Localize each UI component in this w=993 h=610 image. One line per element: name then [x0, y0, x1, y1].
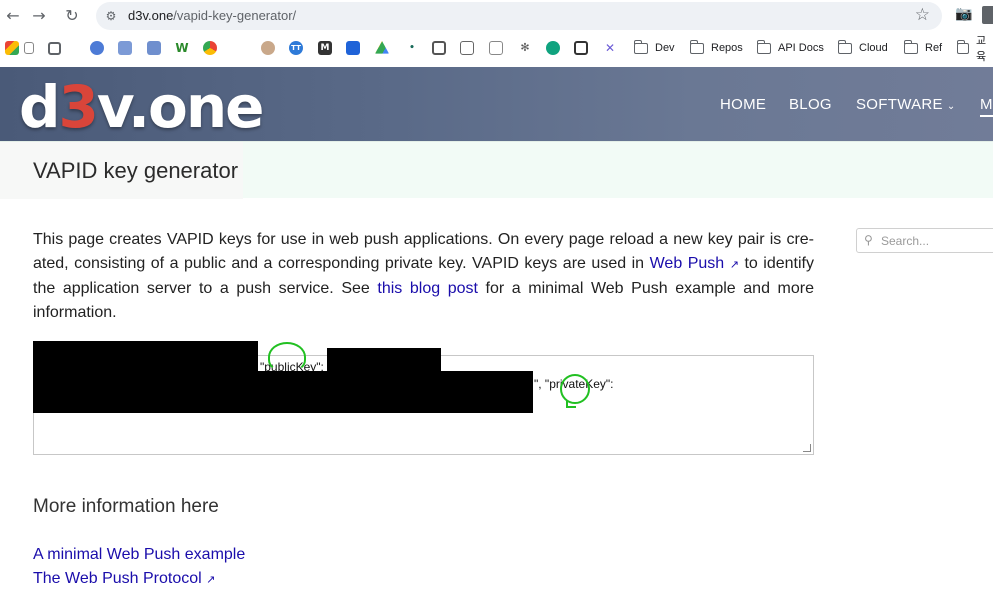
minimal-web-push-link[interactable]: A minimal Web Push example [33, 546, 245, 564]
bookmark-icon-calendar[interactable] [432, 39, 446, 57]
redaction-block [33, 341, 258, 371]
folder-icon [633, 39, 648, 54]
bookmark-label: Repos [711, 42, 743, 54]
web-push-link-label: Web Push [649, 255, 725, 272]
web-push-link[interactable]: Web Push ↗ [650, 255, 739, 272]
bookmark-icon-m[interactable]: M [318, 39, 332, 57]
bookmark-star-icon[interactable]: ☆ [915, 5, 930, 25]
page-title: VAPID key generator [33, 158, 239, 183]
title-band: VAPID key generator [0, 141, 993, 199]
nav-blog[interactable]: BLOG [789, 96, 832, 113]
bookmark-folder-api-docs[interactable]: API Docs [756, 39, 824, 57]
nav-more[interactable]: M [980, 96, 993, 117]
folder-icon [903, 39, 918, 54]
url-text[interactable]: d3v.one/vapid-key-generator/ [128, 8, 296, 23]
bookmark-folder-ref[interactable]: Ref [903, 39, 943, 57]
site-header: d3v.one HOME BLOG SOFTWARE ⌄ M [0, 67, 993, 141]
bookmark-label: 교육 [976, 35, 987, 63]
bookmark-icon-drive[interactable] [375, 39, 389, 57]
folder-icon [956, 39, 970, 54]
bookmark-label: Cloud [859, 42, 888, 54]
bookmark-folder-edu[interactable]: 교육 [956, 35, 993, 63]
nav-software[interactable]: SOFTWARE ⌄ [856, 96, 956, 113]
bookmark-icon-openai[interactable] [546, 39, 560, 57]
bookmark-label: Ref [925, 42, 943, 54]
bookmark-icon-doc[interactable] [460, 39, 474, 57]
profile-edge[interactable] [982, 6, 993, 24]
bookmark-icon-chrome[interactable] [203, 39, 217, 57]
logo-prefix: d [19, 73, 61, 141]
back-icon[interactable]: ← [2, 5, 24, 27]
bookmark-icon-panel[interactable] [574, 39, 588, 57]
bookmark-icon-tt[interactable]: TT [289, 39, 303, 57]
apps-grid-icon[interactable] [5, 39, 19, 57]
browser-chrome: ← → ↻ ⚙ d3v.one/vapid-key-generator/ ☆ 📷… [0, 0, 993, 67]
site-logo[interactable]: d3v.one [19, 73, 265, 141]
address-bar[interactable]: ⚙ d3v.one/vapid-key-generator/ ☆ [96, 2, 942, 30]
bookmark-folder-dev[interactable]: Dev [633, 39, 675, 57]
intro-paragraph: This page creates VAPID keys for use in … [33, 228, 814, 325]
web-push-protocol-label: The Web Push Protocol [33, 570, 202, 587]
bookmark-icon-avatar[interactable] [261, 39, 275, 57]
resize-handle[interactable] [803, 444, 811, 452]
bookmark-icon-4[interactable] [118, 39, 132, 57]
bookmark-label: API Docs [778, 42, 824, 54]
redaction-block [33, 371, 533, 413]
reload-icon[interactable]: ↻ [61, 5, 83, 27]
folder-icon [837, 39, 852, 54]
bookmark-icon-5[interactable] [147, 39, 161, 57]
bookmark-folder-cloud[interactable]: Cloud [837, 39, 888, 57]
bookmarks-bar: W TT M • ✻ ✕ Dev Repos API Docs Cloud Re… [0, 35, 993, 63]
bookmark-icon-cross[interactable]: ✕ [603, 39, 617, 57]
bookmark-label: Dev [655, 42, 675, 54]
chevron-down-icon: ⌄ [946, 101, 956, 112]
blog-post-link[interactable]: this blog post [377, 280, 478, 297]
nav-home[interactable]: HOME [720, 96, 766, 113]
forward-icon[interactable]: → [28, 5, 50, 27]
annotation-mark [566, 400, 576, 408]
bookmark-icon-dropbox[interactable] [346, 39, 360, 57]
bookmark-folder-repos[interactable]: Repos [689, 39, 743, 57]
url-path: /vapid-key-generator/ [173, 8, 297, 23]
redaction-block [327, 348, 441, 372]
web-push-protocol-link[interactable]: The Web Push Protocol ↗ [33, 570, 215, 588]
bookmark-icon-gear[interactable]: ✻ [518, 39, 532, 57]
camera-icon[interactable]: 📷 [955, 6, 972, 22]
bookmark-icon-3[interactable] [90, 39, 104, 57]
bookmark-icon-w[interactable]: W [175, 39, 189, 57]
url-host: d3v.one [128, 8, 174, 23]
search-icon: ⚲ [864, 233, 873, 247]
search-input[interactable] [881, 232, 991, 250]
bookmark-icon-dot[interactable]: • [405, 39, 419, 57]
logo-suffix: v.one [96, 73, 265, 141]
folder-icon [689, 39, 704, 54]
site-info-icon[interactable]: ⚙ [103, 8, 119, 24]
bookmark-icon-image[interactable] [489, 39, 503, 57]
nav-software-label: SOFTWARE [856, 96, 943, 113]
annotation-circle [268, 342, 306, 372]
bookmark-icon-1[interactable] [24, 39, 34, 57]
folder-icon [756, 39, 771, 54]
bookmark-icon-2[interactable] [48, 39, 61, 57]
external-link-icon: ↗ [729, 258, 739, 271]
address-row: ← → ↻ ⚙ d3v.one/vapid-key-generator/ ☆ 📷 [0, 0, 993, 32]
logo-three: 3 [58, 73, 99, 141]
external-link-icon: ↗ [206, 573, 216, 586]
more-info-heading: More information here [33, 496, 219, 517]
search-box[interactable]: ⚲ [856, 228, 993, 253]
